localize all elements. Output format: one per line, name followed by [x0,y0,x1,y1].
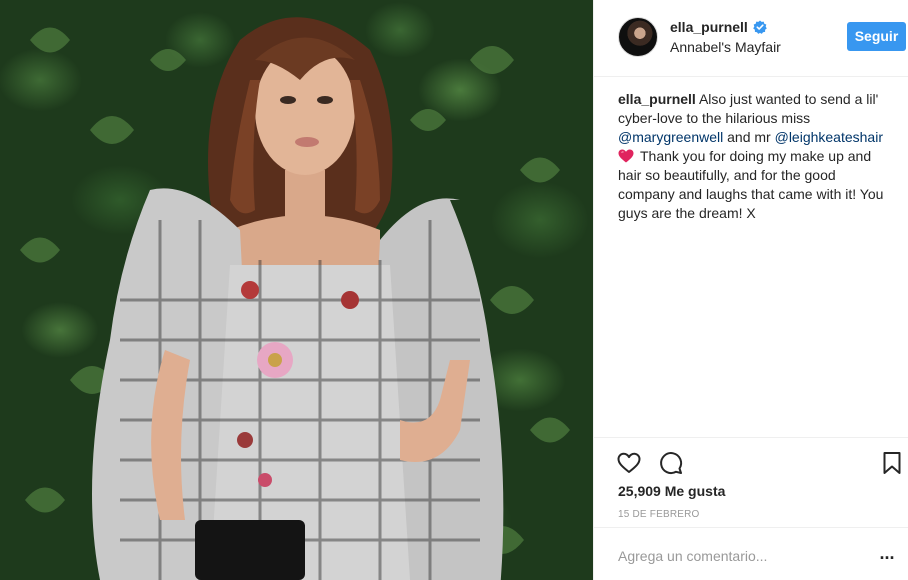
post-date[interactable]: 15 de febrero [618,509,700,520]
heart-emoji-icon [618,149,634,163]
more-options-button[interactable]: ... [875,544,899,566]
mention-link-leighkeateshair[interactable]: @leighkeateshair [775,129,883,145]
action-bar [594,437,908,485]
caption-username-link[interactable]: ella_purnell [618,91,696,107]
caption-text-part-2: and mr [727,129,771,145]
username-link[interactable]: ella_purnell [670,19,748,35]
comment-bubble-icon[interactable] [658,450,684,476]
mention-link-marygreenwell[interactable]: @marygreenwell [618,129,723,145]
instagram-post: ella_purnell Annabel's Mayfair Seguir el… [0,0,908,580]
username-row: ella_purnell [670,19,767,35]
post-sidebar: ella_purnell Annabel's Mayfair Seguir el… [593,0,908,580]
follow-button[interactable]: Seguir [847,22,906,51]
photo-illustration [20,17,570,580]
verified-badge-icon [753,20,767,34]
post-caption: ella_purnell Also just wanted to send a … [618,90,893,223]
like-heart-icon[interactable] [616,450,642,476]
location-link[interactable]: Annabel's Mayfair [670,39,781,55]
avatar[interactable] [618,17,658,57]
bookmark-save-icon[interactable] [881,450,903,476]
caption-text-part-3: Thank you for doing my make up and hair … [618,148,884,221]
post-header: ella_purnell Annabel's Mayfair Seguir [594,0,908,77]
comment-section: ... [594,527,908,580]
post-photo[interactable] [0,0,593,580]
likes-count[interactable]: 25,909 Me gusta [618,483,725,499]
comment-input[interactable] [618,546,858,566]
